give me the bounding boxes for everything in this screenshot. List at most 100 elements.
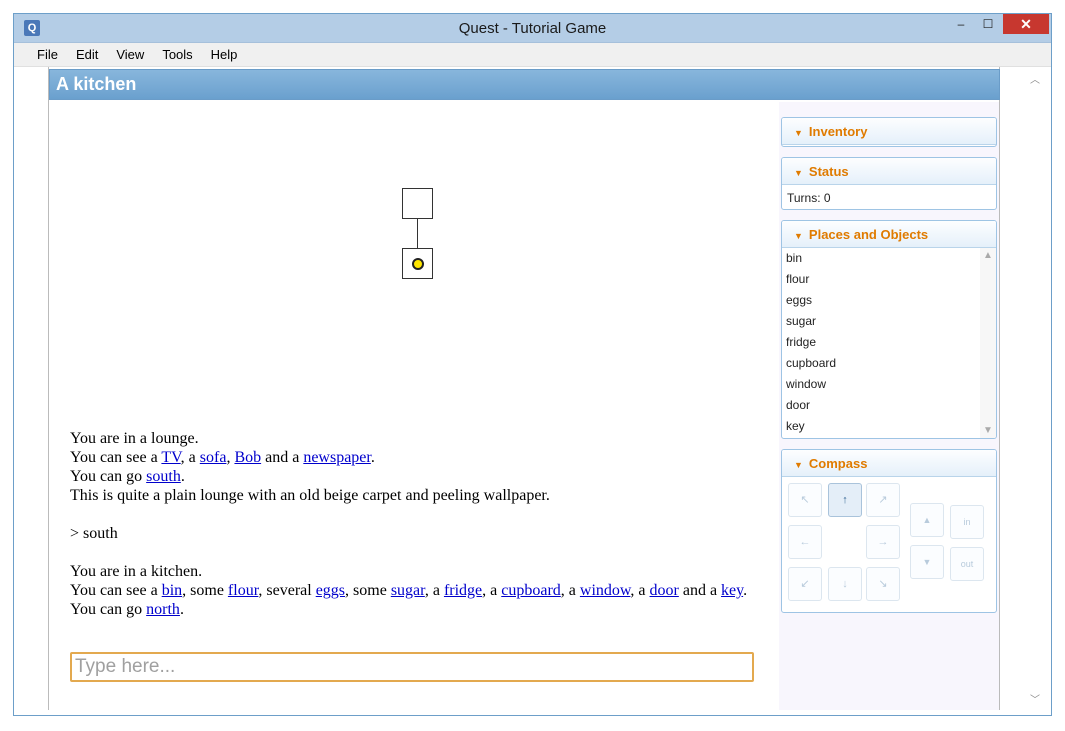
output-text: and a [678, 582, 722, 599]
menu-file[interactable]: File [27, 43, 67, 66]
output-text: , a [630, 582, 650, 599]
object-link[interactable]: sugar [391, 582, 425, 599]
window-title: Quest - Tutorial Game [458, 20, 607, 37]
object-link[interactable]: eggs [316, 582, 345, 599]
output-text: . [180, 468, 185, 485]
output-line: You can see a bin, some flour, several e… [70, 581, 785, 600]
title-bar: Q Quest - Tutorial Game ‒ ☐ ✕ [14, 14, 1051, 43]
compass-north-button[interactable]: ↑ [828, 483, 862, 517]
scroll-down-icon[interactable]: ▼ [983, 425, 993, 436]
status-title: Status [808, 164, 849, 179]
app-window: Q Quest - Tutorial Game ‒ ☐ ✕ File Edit Vi… [13, 13, 1052, 716]
places-list-item[interactable]: sugar [782, 311, 996, 332]
object-link[interactable]: door [650, 582, 679, 599]
output-text: . [179, 601, 184, 618]
output-text: , some [345, 582, 391, 599]
map-room-kitchen [402, 248, 433, 279]
compass-southeast-button[interactable]: ↘ [866, 567, 900, 601]
room-map [402, 188, 436, 282]
status-header[interactable]: ▼ Status [782, 158, 996, 185]
output-text: . [370, 449, 375, 466]
location-title: A kitchen [56, 74, 137, 94]
object-link[interactable]: flour [228, 582, 258, 599]
status-panel: ▼ Status Turns: 0 [781, 157, 997, 210]
chevron-down-icon: ▼ [794, 231, 803, 241]
menu-view[interactable]: View [107, 43, 153, 66]
compass-header[interactable]: ▼ Compass [782, 450, 996, 477]
places-list-item[interactable]: eggs [782, 290, 996, 311]
places-list-item[interactable]: flour [782, 269, 996, 290]
object-link[interactable]: sofa [200, 449, 227, 466]
output-text: You are in a lounge. [70, 430, 199, 447]
close-button[interactable]: ✕ [1003, 14, 1049, 34]
maximize-button[interactable]: ☐ [975, 14, 1001, 34]
output-text: You can go [70, 601, 147, 618]
side-pane: ▼ Inventory ▼ Status Turns: 0 ▼ Places and … [779, 102, 999, 710]
object-link[interactable]: cupboard [501, 582, 561, 599]
object-link[interactable]: TV [161, 449, 180, 466]
output-line: This is quite a plain lounge with an old… [70, 486, 785, 505]
places-list-item[interactable]: bin [782, 248, 996, 269]
menu-help[interactable]: Help [202, 43, 247, 66]
object-link[interactable]: bin [162, 582, 182, 599]
compass-panel: ▼ Compass ↖ ↑ ↗ ← → ↙ ↓ ↘ ▲ in ▼ out [781, 449, 997, 613]
places-list: bin flour eggs sugar fridge cupboard window doo… [782, 248, 996, 438]
compass-out-button[interactable]: out [950, 547, 984, 581]
object-link[interactable]: newspaper [303, 449, 371, 466]
minimize-button[interactable]: ‒ [948, 14, 974, 34]
inventory-header[interactable]: ▼ Inventory [782, 118, 996, 145]
main-scrollbar[interactable]: ︿ ﹀ [1026, 67, 1046, 710]
turns-counter: Turns: 0 [787, 191, 831, 205]
inventory-title: Inventory [808, 124, 868, 139]
menu-edit[interactable]: Edit [67, 43, 107, 66]
scroll-up-icon[interactable]: ︿ [1030, 71, 1040, 86]
object-link[interactable]: window [580, 582, 631, 599]
compass-down-button[interactable]: ▼ [910, 545, 944, 579]
object-link[interactable]: south [146, 468, 181, 485]
places-scrollbar[interactable]: ▲ ▼ [980, 248, 996, 438]
output-text: This is quite a plain lounge with an old… [70, 487, 550, 504]
compass-title: Compass [808, 456, 868, 471]
scroll-down-icon[interactable]: ﹀ [1030, 691, 1040, 706]
chevron-down-icon: ▼ [794, 460, 803, 470]
places-list-item[interactable]: door [782, 395, 996, 416]
places-header[interactable]: ▼ Places and Objects [782, 221, 996, 248]
output-text: . [743, 582, 748, 599]
output-text: , a [180, 449, 200, 466]
compass-northeast-button[interactable]: ↗ [866, 483, 900, 517]
places-list-item[interactable]: window [782, 374, 996, 395]
command-input[interactable] [70, 652, 754, 682]
object-link[interactable]: Bob [234, 449, 261, 466]
game-content: A kitchen You are in a lounge. You can se… [48, 67, 1000, 710]
places-list-item[interactable]: key [782, 416, 996, 437]
menu-tools[interactable]: Tools [153, 43, 201, 66]
compass-west-button[interactable]: ← [788, 525, 822, 559]
output-line: You can see a TV, a sofa, Bob and a news… [70, 448, 785, 467]
output-blank-line [70, 543, 785, 562]
places-list-item[interactable]: fridge [782, 332, 996, 353]
compass-south-button[interactable]: ↓ [828, 567, 862, 601]
compass-east-button[interactable]: → [866, 525, 900, 559]
object-link[interactable]: north [146, 601, 180, 618]
chevron-down-icon: ▼ [794, 128, 803, 138]
output-text: , a [560, 582, 580, 599]
output-text: You can go [70, 468, 147, 485]
output-blank-line [70, 505, 785, 524]
object-link[interactable]: key [721, 582, 743, 599]
output-text: and a [261, 449, 304, 466]
output-text: , a [424, 582, 444, 599]
output-text: , a [482, 582, 502, 599]
output-line: You are in a kitchen. [70, 562, 785, 581]
object-link[interactable]: fridge [444, 582, 482, 599]
output-text: You can see a [70, 449, 162, 466]
output-text: , some [182, 582, 228, 599]
compass-northwest-button[interactable]: ↖ [788, 483, 822, 517]
game-output: You are in a lounge. You can see a TV, a … [70, 429, 785, 619]
output-line: You can go south. [70, 467, 785, 486]
output-text: You are in a kitchen. [70, 563, 203, 580]
compass-in-button[interactable]: in [950, 505, 984, 539]
places-list-item[interactable]: cupboard [782, 353, 996, 374]
compass-up-button[interactable]: ▲ [910, 503, 944, 537]
compass-southwest-button[interactable]: ↙ [788, 567, 822, 601]
scroll-up-icon[interactable]: ▲ [983, 250, 993, 261]
